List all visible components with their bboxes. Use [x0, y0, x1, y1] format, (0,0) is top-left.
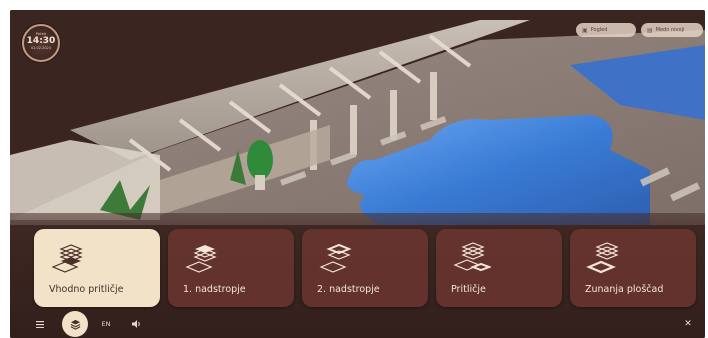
view-icon: ▣	[582, 26, 588, 34]
floor-stack-icon	[51, 244, 83, 273]
layers-small-icon: ▤	[647, 26, 653, 34]
floor-card-pritlicje[interactable]: Pritličje	[436, 229, 562, 307]
menu-button[interactable]	[34, 318, 46, 330]
view-button[interactable]: ▣ Pogled	[576, 23, 636, 37]
close-icon: ✕	[684, 319, 692, 329]
sound-button[interactable]	[130, 318, 144, 330]
floor-card-zunanja-ploscad[interactable]: Zunanja ploščad	[570, 229, 696, 307]
levels-button-label: Medn nivoji	[655, 27, 685, 33]
clock-day: Petek	[35, 32, 47, 36]
floor-card-label: 1. nadstropje	[183, 284, 246, 295]
floor-stack-icon	[453, 242, 491, 272]
layers-button[interactable]	[62, 311, 88, 337]
clock-widget: Petek 14:30 02.02.2024	[22, 24, 60, 62]
floor-stack-icon	[586, 242, 619, 274]
bottom-toolbar: EN ✕	[10, 310, 705, 338]
menu-icon	[36, 320, 44, 328]
floor-card-vhodno-pritlicje[interactable]: Vhodno pritličje	[34, 229, 160, 307]
language-button[interactable]: EN	[98, 318, 114, 330]
floor-card-1-nadstropje[interactable]: 1. nadstropje	[168, 229, 294, 307]
plant	[247, 140, 273, 180]
floor-stack-icon	[185, 245, 217, 273]
levels-button[interactable]: ▤ Medn nivoji	[641, 23, 703, 37]
floor-card-label: Zunanja ploščad	[585, 284, 664, 295]
app-screen: Petek 14:30 02.02.2024 ▣ Pogled ▤ Medn n…	[10, 10, 705, 338]
floor-stack-icon	[319, 243, 352, 273]
clock-time: 14:30	[26, 36, 56, 46]
view-button-label: Pogled	[590, 27, 608, 33]
clock-date: 02.02.2024	[30, 46, 52, 50]
floor-card-2-nadstropje[interactable]: 2. nadstropje	[302, 229, 428, 307]
sound-icon	[132, 320, 140, 328]
floor-card-label: Pritličje	[451, 284, 486, 295]
floor-selector: Vhodno pritličje 1. nadstropje 2. nadstr…	[34, 229, 702, 307]
layers-icon	[70, 319, 80, 330]
floor-card-label: Vhodno pritličje	[49, 284, 124, 295]
close-button[interactable]: ✕	[682, 318, 694, 330]
floor-card-label: 2. nadstropje	[317, 284, 380, 295]
